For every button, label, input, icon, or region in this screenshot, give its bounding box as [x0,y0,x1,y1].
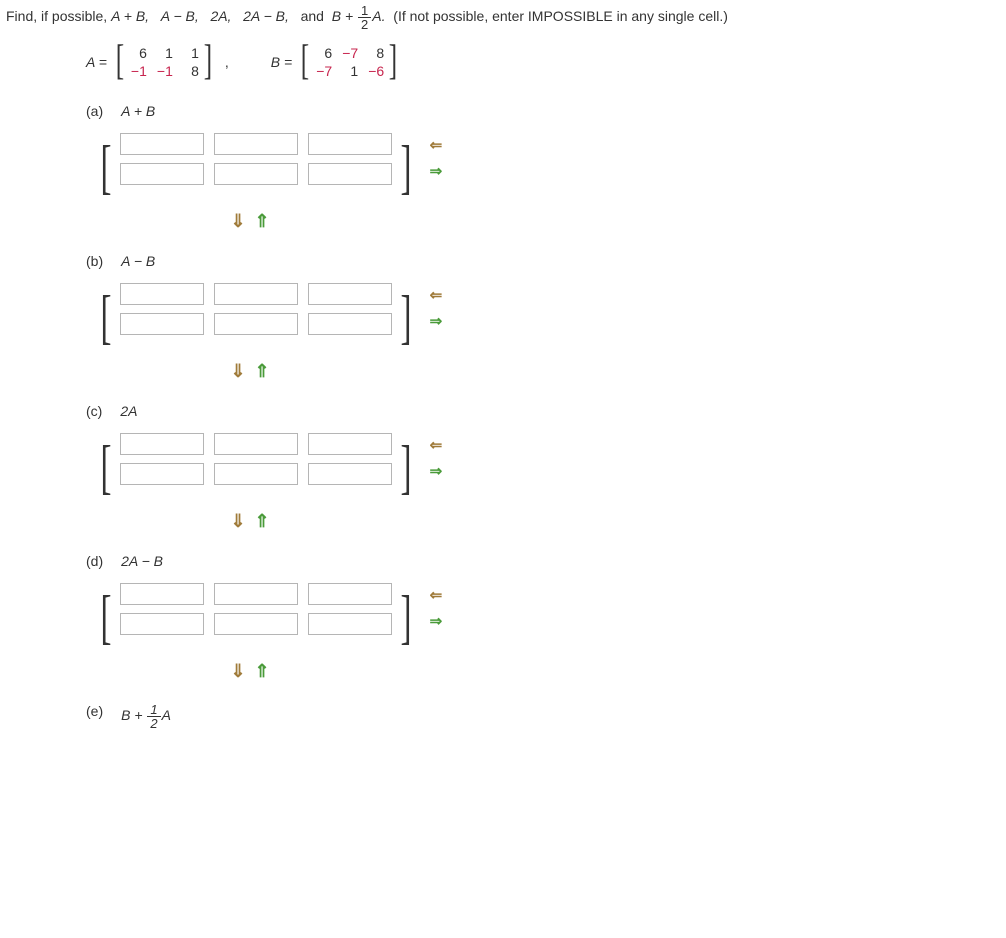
answer-cell-input[interactable] [308,433,392,455]
bracket-right: ] [400,279,411,355]
matrix-b-cell: −7 [314,63,332,79]
matrix-a-cell: −1 [155,63,173,79]
answer-cell-input[interactable] [214,283,298,305]
answer-cell-input[interactable] [214,433,298,455]
bracket-left: [ [100,429,111,505]
part-label: (a) [86,103,103,119]
answer-cell-input[interactable] [120,433,204,455]
answer-cell-input[interactable] [308,583,392,605]
answer-cell-input[interactable] [214,613,298,635]
add-col-icon[interactable]: ⇑ [252,661,272,681]
answer-cells [118,279,394,339]
answer-cells [118,129,394,189]
add-col-icon[interactable]: ⇑ [252,511,272,531]
answer-cell-input[interactable] [120,283,204,305]
matrix-a-cell: 1 [181,45,199,61]
bracket-left: [ [100,129,111,205]
bracket-right: ] [400,579,411,655]
answer-cell-input[interactable] [120,613,204,635]
question-prompt: Find, if possible, A + B, A − B, 2A, 2A … [6,4,1000,31]
answer-cell-input[interactable] [214,163,298,185]
answer-cell-input[interactable] [308,463,392,485]
answer-cell-input[interactable] [120,133,204,155]
part-label: (e) [86,703,103,730]
matrix-b-label: B = [271,54,292,70]
part-b: (b) A − B [] ⇐ ⇒ ⇓⇑ [86,253,1000,381]
answer-cell-input[interactable] [120,583,204,605]
part-expression: 2A [120,403,137,419]
remove-col-icon[interactable]: ⇓ [228,661,248,681]
part-label: (d) [86,553,103,569]
matrix-b-cell: 8 [366,45,384,61]
matrix-a-cell: −1 [129,63,147,79]
matrix-b-cell: −7 [340,45,358,61]
bracket-left: [ [100,579,111,655]
remove-row-icon[interactable]: ⇐ [426,435,446,455]
remove-col-icon[interactable]: ⇓ [228,211,248,231]
answer-cell-input[interactable] [214,583,298,605]
matrix-a-cell: 1 [155,45,173,61]
matrix-a-cell: 6 [129,45,147,61]
answer-cell-input[interactable] [120,163,204,185]
answer-cell-input[interactable] [214,463,298,485]
answer-cell-input[interactable] [308,133,392,155]
add-row-icon[interactable]: ⇒ [426,611,446,631]
answer-cell-input[interactable] [308,283,392,305]
part-e: (e) B + 12A [86,703,1000,730]
answer-cell-input[interactable] [308,313,392,335]
answer-cells [118,579,394,639]
part-c: (c) 2A [] ⇐ ⇒ ⇓⇑ [86,403,1000,531]
matrix-a: [ 611−1−18 ] [113,43,215,81]
answer-cell-input[interactable] [120,463,204,485]
part-expression: 2A − B [121,553,163,569]
remove-row-icon[interactable]: ⇐ [426,585,446,605]
part-label: (c) [86,403,102,419]
add-col-icon[interactable]: ⇑ [252,211,272,231]
remove-row-icon[interactable]: ⇐ [426,135,446,155]
part-label: (b) [86,253,103,269]
matrix-b-cell: 6 [314,45,332,61]
add-row-icon[interactable]: ⇒ [426,461,446,481]
answer-cell-input[interactable] [308,613,392,635]
answer-cell-input[interactable] [214,313,298,335]
matrix-b: [ 6−78−71−6 ] [298,43,400,81]
part-expression: B + 12A [121,703,171,730]
bracket-left: [ [100,279,111,355]
matrix-definitions: A = [ 611−1−18 ] , B = [ 6−78−71−6 ] [86,43,1000,81]
bracket-right: ] [400,129,411,205]
answer-cells [118,429,394,489]
part-expression: A − B [121,253,155,269]
answer-matrix: [] ⇐ ⇒ [96,279,1000,355]
add-row-icon[interactable]: ⇒ [426,311,446,331]
answer-matrix: [] ⇐ ⇒ [96,429,1000,505]
add-col-icon[interactable]: ⇑ [252,361,272,381]
bracket-right: ] [400,429,411,505]
matrix-a-cell: 8 [181,63,199,79]
matrix-b-cell: −6 [366,63,384,79]
answer-cell-input[interactable] [308,163,392,185]
answer-cell-input[interactable] [120,313,204,335]
remove-row-icon[interactable]: ⇐ [426,285,446,305]
matrix-a-label: A = [86,54,107,70]
answer-matrix: [] ⇐ ⇒ [96,129,1000,205]
matrix-b-cell: 1 [340,63,358,79]
part-d: (d) 2A − B [] ⇐ ⇒ ⇓⇑ [86,553,1000,681]
remove-col-icon[interactable]: ⇓ [228,511,248,531]
answer-cell-input[interactable] [214,133,298,155]
part-expression: A + B [121,103,155,119]
part-a: (a) A + B [] ⇐ ⇒ ⇓⇑ [86,103,1000,231]
remove-col-icon[interactable]: ⇓ [228,361,248,381]
answer-matrix: [] ⇐ ⇒ [96,579,1000,655]
add-row-icon[interactable]: ⇒ [426,161,446,181]
